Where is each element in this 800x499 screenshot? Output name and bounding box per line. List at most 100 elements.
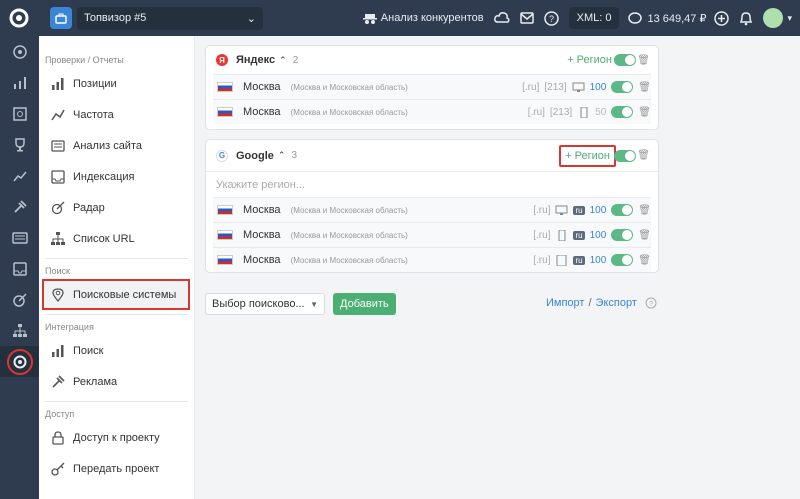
- nav-item-transfer-project[interactable]: Передать проект: [39, 453, 194, 484]
- competitors-label: Анализ конкурентов: [380, 12, 484, 24]
- rail-trend-icon[interactable]: [0, 160, 39, 191]
- help-icon[interactable]: ?: [543, 10, 559, 26]
- trash-icon[interactable]: 🗑: [638, 107, 651, 118]
- add-region-button[interactable]: + Регион: [563, 49, 616, 71]
- rail-radar-icon[interactable]: [0, 284, 39, 315]
- region-toggle[interactable]: [611, 81, 634, 93]
- nav-item-indexing[interactable]: Индексация: [39, 161, 194, 192]
- add-engine-button[interactable]: Добавить: [333, 293, 396, 315]
- chevron-down-icon[interactable]: ▾: [787, 13, 792, 24]
- google-logo-icon: G: [216, 149, 228, 162]
- depth-value[interactable]: 50: [595, 107, 606, 118]
- yandex-engine-card: Я Яндекс ⌃ 2 + Регион 🗑 Москва (Москва и…: [205, 45, 659, 130]
- chevron-down-icon: ⌄: [246, 12, 256, 25]
- competitors-button[interactable]: Анализ конкурентов: [362, 12, 484, 24]
- nav-item-frequency[interactable]: Частота: [39, 99, 194, 130]
- google-header: G Google ⌃ 3 + Регион 🗑: [206, 140, 658, 171]
- depth-value[interactable]: 100: [590, 255, 607, 266]
- nav-item-label: Анализ сайта: [73, 139, 142, 152]
- nav-item-label: Индексация: [73, 170, 135, 183]
- domain: [.ru]: [533, 254, 551, 266]
- add-circle-icon[interactable]: [714, 10, 730, 26]
- rail-scan-icon[interactable]: [0, 98, 39, 129]
- cloud-upload-icon[interactable]: [493, 11, 510, 25]
- trash-icon[interactable]: 🗑: [638, 82, 651, 93]
- rail-settings-icon[interactable]: [0, 346, 39, 377]
- rail-trophy-icon[interactable]: [0, 129, 39, 160]
- region-area: (Москва и Московская область): [290, 107, 408, 117]
- region-toggle[interactable]: [611, 204, 634, 216]
- nav-item-integration-search[interactable]: Поиск: [39, 335, 194, 366]
- region-row: Москва (Москва и Московская область) [.r…: [213, 222, 651, 247]
- svg-text:?: ?: [649, 301, 653, 308]
- rail-gavel-icon[interactable]: [0, 191, 39, 222]
- mobile-icon[interactable]: [577, 106, 590, 118]
- region-city: Москва: [243, 254, 281, 266]
- add-engine-controls: Выбор поисково... ▼ Добавить: [205, 293, 396, 315]
- keyboard-icon: [51, 139, 65, 152]
- nav-item-ads[interactable]: Реклама: [39, 366, 194, 397]
- balance[interactable]: 13 649,47 ₽: [627, 11, 706, 25]
- nav-item-radar[interactable]: Радар: [39, 192, 194, 223]
- trash-icon[interactable]: 🗑: [637, 150, 650, 161]
- bar-chart-icon: [52, 344, 64, 357]
- nav-item-url-list[interactable]: Список URL: [39, 223, 194, 254]
- chevron-up-icon[interactable]: ⌃: [279, 55, 287, 66]
- engine-toggle[interactable]: [614, 149, 636, 162]
- language-chip[interactable]: ru: [573, 255, 585, 265]
- region-search-input[interactable]: Укажите регион...: [206, 171, 658, 197]
- tablet-icon[interactable]: [555, 254, 568, 266]
- xml-counter[interactable]: XML: 0: [568, 7, 620, 29]
- rail-inbox-icon[interactable]: [0, 253, 39, 284]
- export-link[interactable]: Экспорт: [596, 297, 637, 309]
- nav-item-label: Передать проект: [73, 462, 160, 475]
- trash-icon[interactable]: 🗑: [638, 255, 651, 266]
- caret-down-icon: ▼: [310, 299, 318, 309]
- depth-value[interactable]: 100: [590, 205, 607, 216]
- desktop-icon[interactable]: [555, 205, 568, 216]
- nav-item-project-access[interactable]: Доступ к проекту: [39, 422, 194, 453]
- help-icon[interactable]: ?: [645, 297, 657, 309]
- engine-select[interactable]: Выбор поисково... ▼: [205, 293, 325, 315]
- add-region-button[interactable]: + Регион: [559, 144, 616, 167]
- import-link[interactable]: Импорт: [546, 297, 584, 309]
- trash-icon[interactable]: 🗑: [638, 205, 651, 216]
- region-count: 2: [292, 54, 299, 66]
- mail-icon[interactable]: [519, 12, 534, 24]
- logo[interactable]: [0, 0, 38, 36]
- region-toggle[interactable]: [611, 229, 634, 241]
- mobile-icon[interactable]: [555, 229, 568, 241]
- engine-toggle[interactable]: [614, 54, 636, 66]
- google-engine-card: G Google ⌃ 3 + Регион 🗑 Укажите регион..…: [205, 139, 659, 273]
- briefcase-icon[interactable]: [50, 7, 72, 29]
- section-title-access: Доступ: [45, 409, 75, 419]
- chevron-up-icon[interactable]: ⌃: [278, 150, 286, 161]
- region-toggle[interactable]: [611, 106, 634, 118]
- rail-projects-icon[interactable]: [0, 36, 39, 67]
- trash-icon[interactable]: 🗑: [638, 230, 651, 241]
- avatar[interactable]: [763, 8, 784, 28]
- rail-sitemap-icon[interactable]: [0, 315, 39, 346]
- region-city: Москва: [243, 204, 281, 216]
- language-chip[interactable]: ru: [573, 205, 585, 215]
- nav-item-search-engines[interactable]: Поисковые системы: [42, 279, 190, 310]
- bell-icon[interactable]: [739, 11, 753, 26]
- main-content: Я Яндекс ⌃ 2 + Регион 🗑 Москва (Москва и…: [195, 36, 800, 499]
- region-city: Москва: [243, 229, 281, 241]
- top-bar: Топвизор #5 ⌄ Анализ конкурентов ? XML: …: [0, 0, 800, 36]
- depth-value[interactable]: 100: [590, 82, 607, 93]
- domain: [.ru]: [533, 229, 551, 241]
- rail-positions-icon[interactable]: [0, 67, 39, 98]
- depth-value[interactable]: 100: [590, 230, 607, 241]
- region-area: (Москва и Московская область): [290, 205, 408, 215]
- section-title-search: Поиск: [45, 266, 70, 276]
- rail-keyboard-icon[interactable]: [0, 222, 39, 253]
- nav-item-site-audit[interactable]: Анализ сайта: [39, 130, 194, 161]
- trash-icon[interactable]: 🗑: [637, 55, 650, 66]
- region-toggle[interactable]: [611, 254, 634, 266]
- nav-item-positions[interactable]: Позиции: [39, 68, 194, 99]
- language-chip[interactable]: ru: [573, 230, 585, 240]
- divider: [45, 401, 188, 402]
- desktop-icon[interactable]: [572, 82, 585, 93]
- project-select[interactable]: Топвизор #5 ⌄: [77, 6, 263, 30]
